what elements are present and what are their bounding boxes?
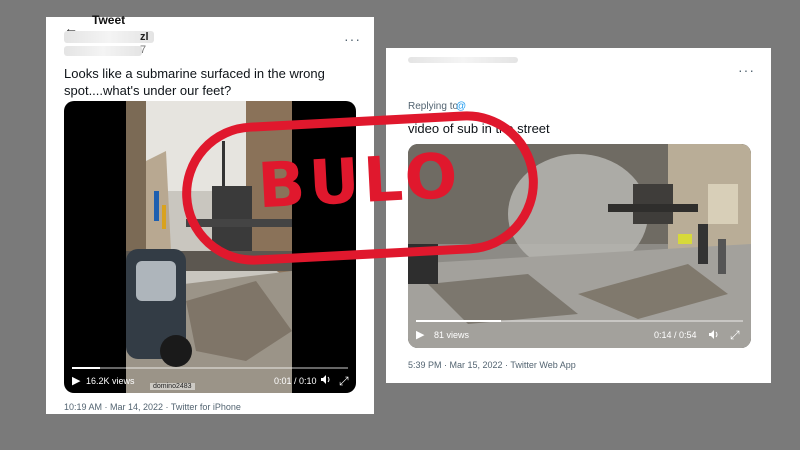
volume-icon[interactable] bbox=[320, 374, 331, 387]
tweet-text: Looks like a submarine surfaced in the w… bbox=[64, 66, 325, 98]
volume-icon[interactable] bbox=[708, 329, 719, 342]
uploader-tag: domino2483 bbox=[150, 383, 195, 390]
time-display: 0:14 / 0:54 bbox=[654, 330, 697, 340]
author-handle-redacted bbox=[64, 46, 142, 56]
more-options-icon[interactable]: ··· bbox=[738, 62, 755, 78]
progress-bar[interactable] bbox=[72, 367, 348, 369]
author-name-tail: zl bbox=[140, 31, 149, 43]
tweet-timestamp: 5:39 PM · Mar 15, 2022 · Twitter Web App bbox=[408, 360, 576, 370]
author-handle-tail: 7 bbox=[140, 44, 147, 56]
progress-fill bbox=[416, 320, 502, 322]
replying-to-label: Replying to bbox=[408, 101, 459, 112]
tweet-timestamp: 10:19 AM · Mar 14, 2022 · Twitter for iP… bbox=[64, 402, 241, 412]
progress-fill bbox=[72, 367, 100, 369]
replying-to-handle-icon[interactable]: @ bbox=[456, 101, 466, 112]
play-icon[interactable]: ▶ bbox=[416, 328, 424, 341]
author-name-redacted bbox=[408, 57, 518, 63]
play-icon[interactable]: ▶ bbox=[72, 374, 80, 387]
time-display: 0:01 / 0:10 bbox=[274, 376, 317, 386]
stamp-text: BULO bbox=[256, 138, 464, 223]
progress-bar[interactable] bbox=[416, 320, 743, 322]
header-title: Tweet bbox=[92, 13, 126, 27]
view-count: 81 views bbox=[434, 330, 470, 340]
expand-icon[interactable]: ⤢ bbox=[339, 374, 349, 389]
more-options-icon[interactable]: ··· bbox=[344, 31, 361, 47]
view-count: 16.2K views bbox=[86, 376, 135, 386]
hoax-stamp: BULO bbox=[178, 107, 542, 269]
expand-icon[interactable]: ⤢ bbox=[730, 328, 740, 343]
